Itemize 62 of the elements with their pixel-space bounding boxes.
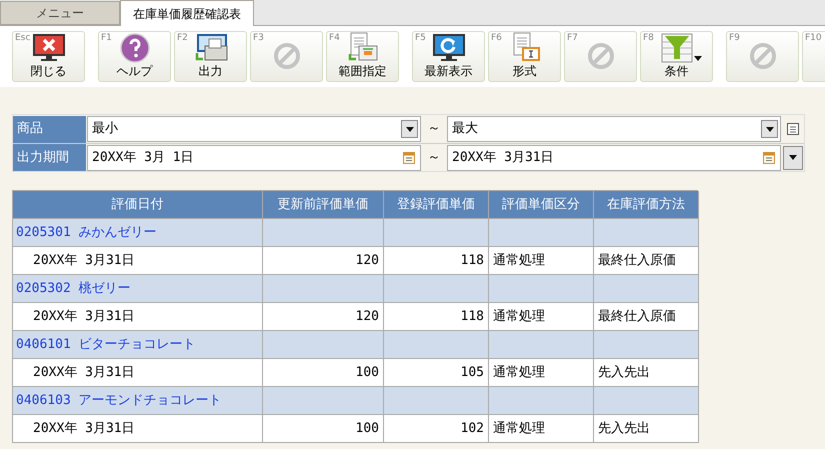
disabled-icon bbox=[586, 42, 614, 70]
tab[interactable]: メニュー bbox=[0, 1, 120, 25]
shortcut-key: F7 bbox=[567, 32, 578, 44]
date-field[interactable]: 20XX年 3月31日 bbox=[447, 144, 781, 170]
shortcut-key: F10 bbox=[805, 32, 822, 44]
caret-icon bbox=[694, 56, 702, 61]
table-cell: 100 bbox=[263, 415, 384, 443]
field-value: 最大 bbox=[452, 120, 479, 138]
table-cell: 通常処理 bbox=[489, 415, 594, 443]
range-separator: ～ bbox=[426, 148, 442, 167]
button-label: 出力 bbox=[198, 64, 222, 79]
toolbar-button[interactable]: F6 形式 bbox=[488, 31, 561, 82]
date-field[interactable]: 20XX年 3月 1日 bbox=[87, 144, 421, 170]
help-icon bbox=[120, 33, 150, 63]
shortcut-key: F2 bbox=[177, 32, 188, 44]
shortcut-key: F6 bbox=[491, 32, 502, 44]
caret-icon bbox=[789, 155, 797, 160]
toolbar-button[interactable]: F1 ヘルプ bbox=[98, 31, 171, 82]
calendar-icon[interactable] bbox=[403, 151, 415, 164]
button-label: ヘルプ bbox=[116, 64, 152, 79]
field-value: 最小 bbox=[92, 120, 119, 138]
range-separator: ～ bbox=[426, 120, 442, 138]
toolbar-button[interactable]: F8 条件 bbox=[640, 31, 713, 82]
shortcut-key: F8 bbox=[643, 32, 654, 44]
field-value: 20XX年 3月31日 bbox=[452, 148, 555, 167]
table-cell: 102 bbox=[384, 415, 489, 443]
shortcut-key: F9 bbox=[729, 32, 740, 44]
field-value: 20XX年 3月 1日 bbox=[92, 148, 195, 167]
dropdown-button[interactable] bbox=[783, 146, 803, 170]
disabled-icon bbox=[748, 42, 776, 70]
shortcut-key: F5 bbox=[415, 32, 426, 44]
toolbar-button[interactable]: F2 出力 bbox=[174, 31, 247, 82]
dropdown-button[interactable] bbox=[401, 120, 418, 138]
document-icon[interactable] bbox=[786, 122, 800, 136]
disabled-icon bbox=[272, 42, 300, 70]
caret-icon bbox=[766, 126, 774, 132]
button-label: 範囲指定 bbox=[338, 64, 386, 79]
monitor-refresh-icon bbox=[430, 33, 466, 63]
calendar-icon[interactable] bbox=[763, 151, 775, 164]
funnel-icon bbox=[660, 33, 692, 63]
toolbar-button[interactable]: Esc 閉じる bbox=[12, 31, 85, 82]
dropdown-field[interactable]: 最小 bbox=[87, 116, 421, 142]
button-label: 形式 bbox=[512, 64, 536, 79]
shortcut-key: F3 bbox=[253, 32, 264, 44]
field-label: 出力期間 bbox=[13, 144, 86, 171]
shortcut-key: F1 bbox=[101, 32, 112, 44]
toolbar-button[interactable]: F4 範囲指定 bbox=[326, 31, 399, 82]
field-label: 商品 bbox=[13, 116, 86, 142]
shortcut-key: F4 bbox=[329, 32, 340, 44]
button-label: 条件 bbox=[664, 64, 688, 79]
tab[interactable]: 在庫単価履歴確認表 bbox=[120, 0, 254, 26]
table-cell: 20XX年 3月31日 bbox=[13, 415, 263, 443]
shortcut-key: Esc bbox=[15, 32, 30, 44]
toolbar-button[interactable]: F5 最新表示 bbox=[412, 31, 485, 82]
toolbar-button[interactable]: F7 bbox=[564, 31, 637, 82]
caret-icon bbox=[406, 126, 414, 132]
table-cell: 先入先出 bbox=[594, 415, 699, 443]
dropdown-field[interactable]: 最大 bbox=[447, 116, 781, 142]
dropdown-button[interactable] bbox=[761, 120, 778, 138]
button-label: 最新表示 bbox=[424, 64, 472, 79]
monitor-close-icon bbox=[30, 33, 66, 63]
button-label: 閉じる bbox=[30, 64, 66, 79]
